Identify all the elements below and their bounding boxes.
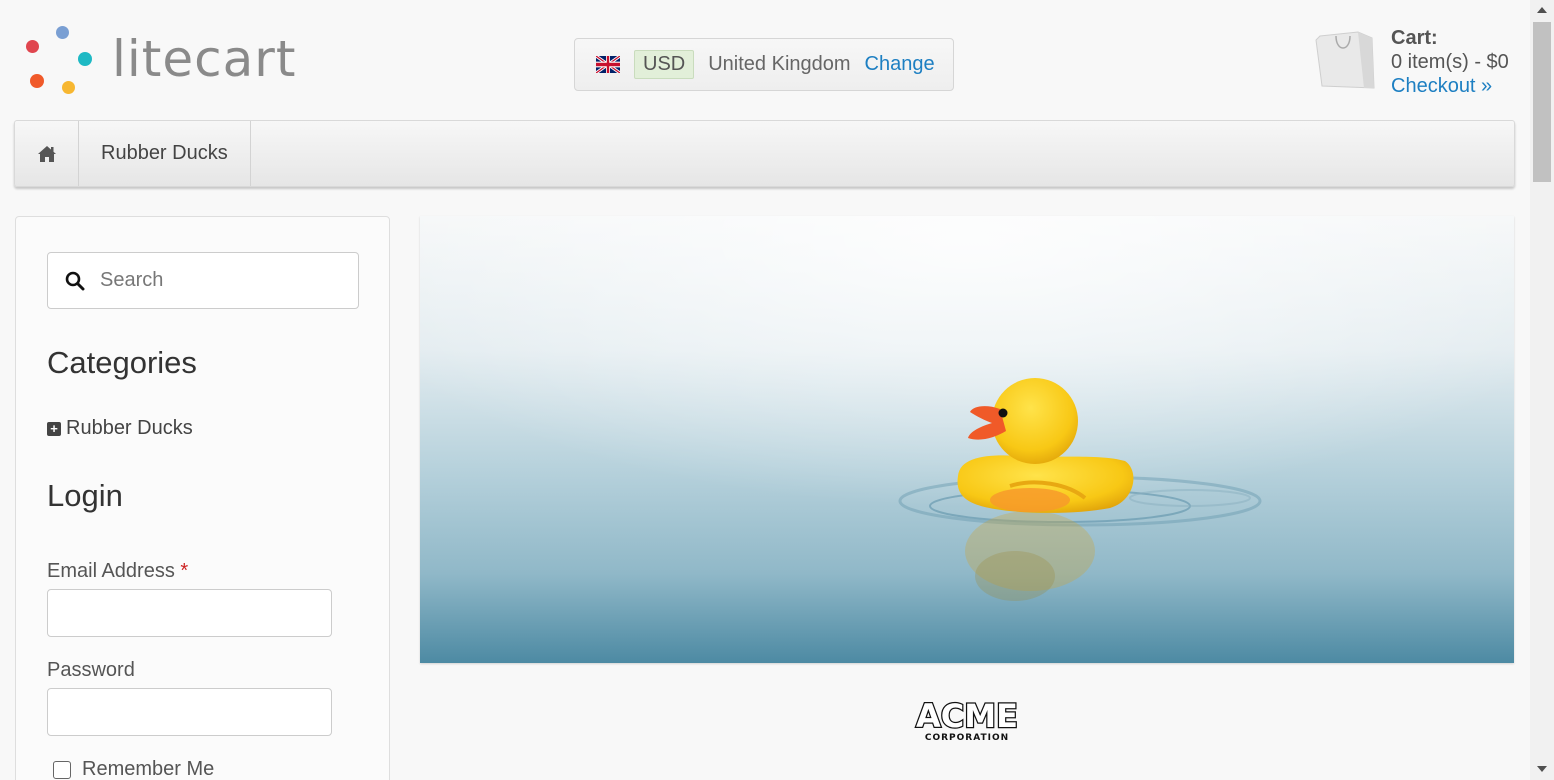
cart-title: Cart: <box>1391 27 1438 49</box>
acme-logo-text: ACME <box>916 697 1018 735</box>
required-mark: * <box>180 560 189 582</box>
sidebar: Categories + Rubber Ducks Login Email Ad… <box>15 216 390 780</box>
shopping-bag-icon <box>1315 31 1375 89</box>
remember-me-row[interactable]: Remember Me <box>53 758 358 780</box>
email-label: Email Address * <box>47 560 189 582</box>
nav-item-rubber-ducks[interactable]: Rubber Ducks <box>79 121 251 186</box>
cart-widget[interactable]: Cart: 0 item(s) - $0 Checkout » <box>1314 26 1524 98</box>
uk-flag-icon <box>596 56 620 73</box>
page-scrollbar[interactable] <box>1530 0 1554 780</box>
scroll-up-arrow-icon[interactable] <box>1537 7 1547 13</box>
currency-code: USD <box>634 50 695 79</box>
categories-heading: Categories <box>47 345 197 380</box>
banner-image[interactable] <box>420 216 1514 663</box>
acme-logo-subtext: CORPORATION <box>925 733 1009 743</box>
login-heading: Login <box>47 478 123 513</box>
password-field[interactable] <box>47 688 332 736</box>
remember-me-checkbox[interactable] <box>53 760 71 779</box>
plus-square-icon: + <box>47 421 61 436</box>
category-label: Rubber Ducks <box>66 417 193 439</box>
home-icon <box>37 145 56 162</box>
password-label: Password <box>47 659 135 681</box>
search-icon <box>65 271 85 290</box>
change-region-link[interactable]: Change <box>865 53 935 76</box>
nav-home-link[interactable] <box>15 121 79 186</box>
checkout-link[interactable]: Checkout » <box>1391 74 1509 98</box>
remember-me-label: Remember Me <box>82 758 215 780</box>
country-name: United Kingdom <box>708 53 851 75</box>
email-field[interactable] <box>47 589 332 637</box>
region-selector: USD United Kingdom Change <box>574 38 954 91</box>
category-item-rubber-ducks[interactable]: + Rubber Ducks <box>47 417 358 440</box>
cart-summary: 0 item(s) - $0 <box>1391 51 1509 73</box>
logo-text: litecart <box>112 30 297 88</box>
site-logo[interactable]: litecart <box>26 26 336 98</box>
acme-logo-icon: ACME CORPORATION <box>915 696 1019 743</box>
manufacturer-logo-acme[interactable]: ACME CORPORATION <box>912 696 1022 743</box>
search-input[interactable] <box>100 269 340 292</box>
scrollbar-thumb[interactable] <box>1533 22 1551 182</box>
scroll-down-arrow-icon[interactable] <box>1537 766 1547 772</box>
main-navbar: Rubber Ducks <box>14 120 1515 187</box>
rubber-duck-banner <box>420 216 1514 663</box>
search-box[interactable] <box>47 252 359 309</box>
logo-dots-icon <box>26 26 98 98</box>
